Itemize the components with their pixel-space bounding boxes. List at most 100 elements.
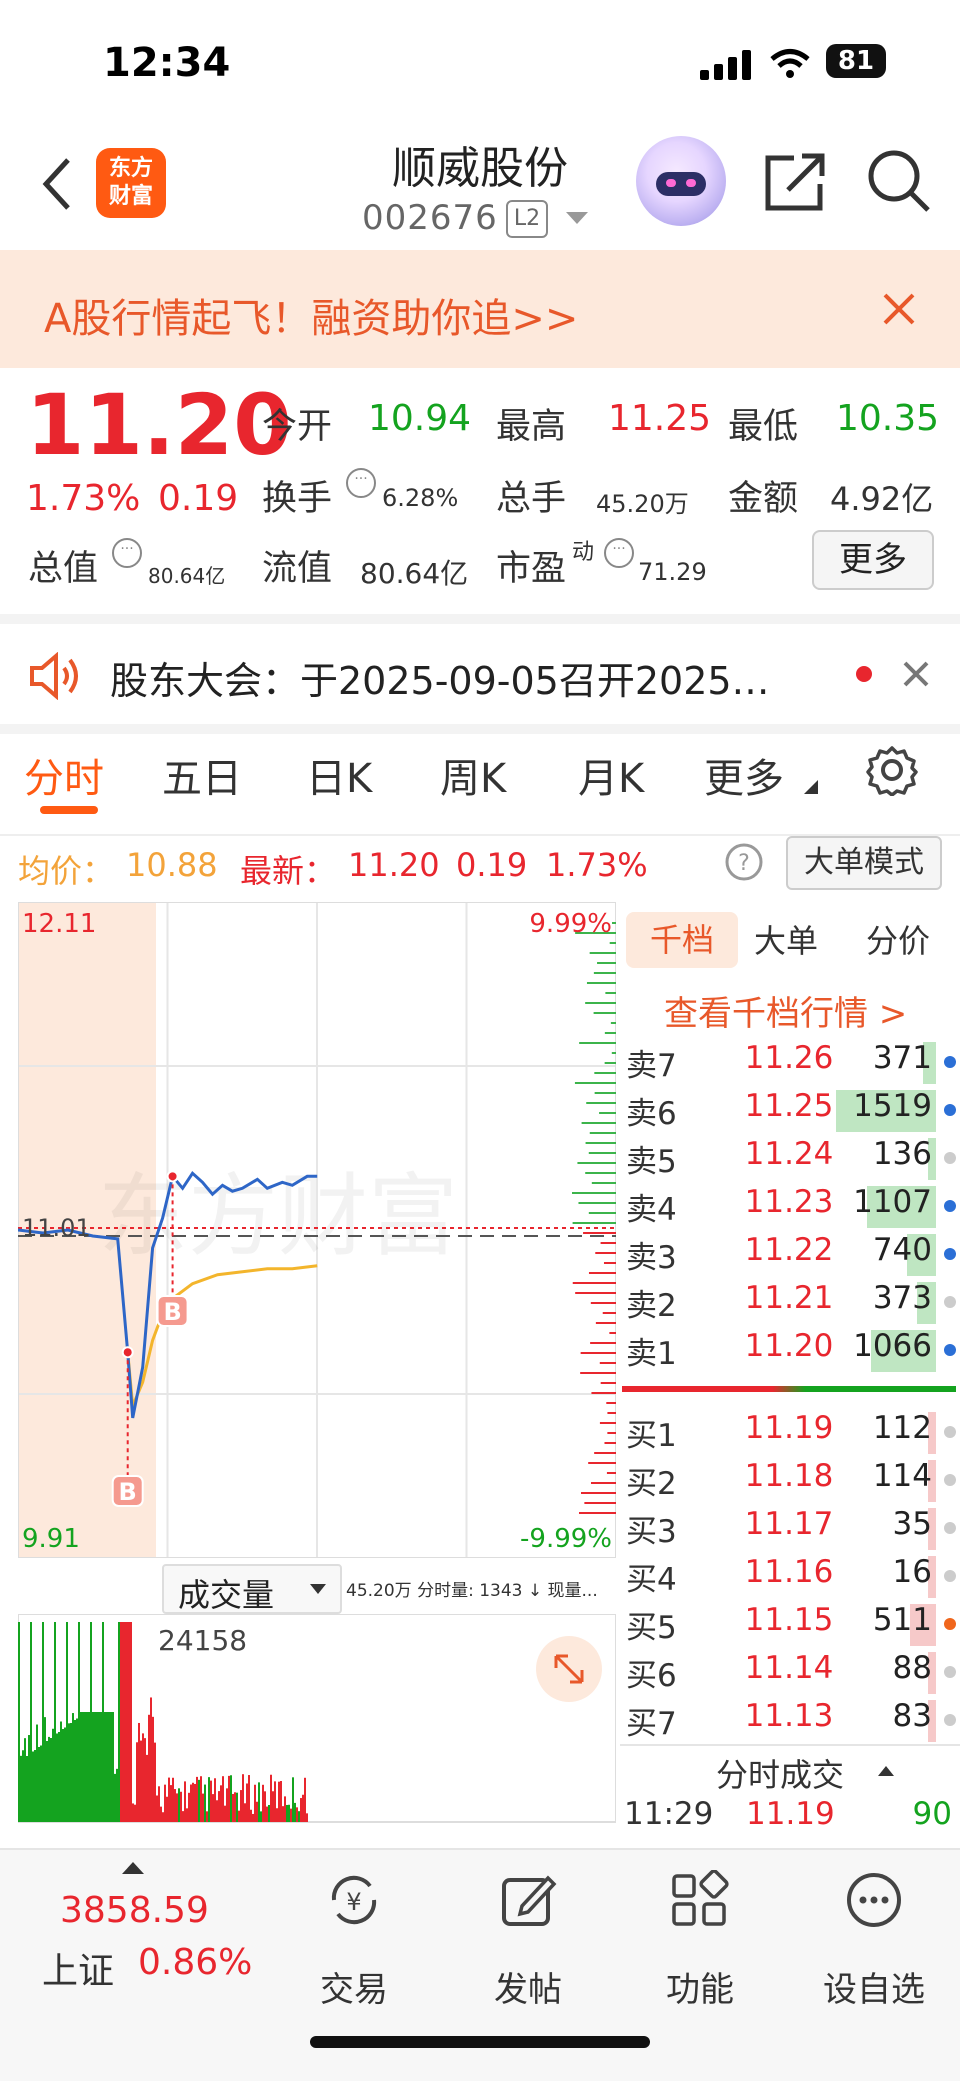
trade-button[interactable]: ¥ 交易 — [284, 1850, 424, 2030]
settings-gear-icon[interactable] — [866, 744, 918, 796]
trade-label[interactable]: 交易 — [284, 1962, 424, 2011]
volume-bar — [56, 1733, 58, 1822]
bid-row[interactable]: 买5 11.15 511 — [620, 1602, 960, 1650]
dropdown-triangle-icon[interactable] — [566, 212, 588, 226]
indicator-label[interactable]: 成交量 — [178, 1570, 274, 1616]
volume-bar — [246, 1783, 248, 1822]
trades-header[interactable]: 分时成交 — [716, 1750, 844, 1796]
buy-marker-label: B — [119, 1478, 137, 1506]
big-order-mode-button[interactable]: 大单模式 — [786, 836, 942, 890]
tab-five-day[interactable]: 五日 — [162, 746, 242, 804]
status-time: 12:34 — [103, 40, 231, 86]
help-icon[interactable]: ? — [724, 842, 764, 882]
level-dot — [944, 1200, 956, 1212]
share-icon[interactable] — [764, 150, 828, 214]
tab-daily-k[interactable]: 日K — [306, 746, 372, 804]
order-flow-bar — [607, 1432, 616, 1434]
y-bottom-label: 9.91 — [22, 1524, 80, 1554]
bid-row[interactable]: 买4 11.16 16 — [620, 1554, 960, 1602]
bid-row[interactable]: 买6 11.14 88 — [620, 1650, 960, 1698]
trade-qty: 90 — [912, 1796, 952, 1832]
pe-info-icon[interactable]: ··· — [604, 538, 634, 568]
volume-bar — [304, 1777, 306, 1822]
order-flow-bar — [604, 1442, 616, 1444]
volume-bar — [256, 1801, 258, 1822]
thousand-levels-link[interactable]: 查看千档行情 > — [664, 986, 907, 1035]
tab-price-distribution[interactable]: 分价 — [866, 916, 930, 962]
volume-bar — [72, 1713, 74, 1822]
volume-bar — [292, 1777, 294, 1822]
bid-row[interactable]: 买2 11.18 114 — [620, 1458, 960, 1506]
expand-button[interactable] — [536, 1636, 602, 1702]
volume-bar — [132, 1803, 134, 1822]
post-button[interactable]: 发帖 — [458, 1850, 598, 2030]
avg-label: 均价： — [18, 852, 115, 890]
expand-icon[interactable] — [536, 1636, 602, 1702]
index-name[interactable]: 上证 — [42, 1942, 114, 1994]
post-label[interactable]: 发帖 — [458, 1962, 598, 2011]
y-mid-label: 11.01 — [22, 1214, 91, 1242]
ask-row[interactable]: 卖3 11.22 740 — [620, 1232, 960, 1280]
indicator-selector[interactable]: 成交量 — [162, 1564, 342, 1614]
turnover-info-icon[interactable]: ··· — [346, 468, 376, 498]
ask-row[interactable]: 卖2 11.21 373 — [620, 1280, 960, 1328]
level-qty: 511 — [872, 1602, 932, 1638]
announcement-text[interactable]: 股东大会：于2025-09-05召开2025… — [110, 650, 810, 705]
svg-text:?: ? — [738, 851, 750, 876]
tab-monthly-k[interactable]: 月K — [578, 746, 644, 804]
volume-bar — [146, 1754, 148, 1822]
announcement-bar[interactable]: 股东大会：于2025-09-05召开2025… — [0, 614, 960, 734]
tab-thousand-levels[interactable]: 千档 — [626, 912, 738, 968]
search-icon[interactable] — [866, 148, 932, 214]
volume-bar — [184, 1781, 186, 1822]
promo-text[interactable]: A股行情起飞！融资助你追>> — [44, 286, 578, 344]
ask-row[interactable]: 卖1 11.20 1066 — [620, 1328, 960, 1376]
volume-bar — [100, 1712, 102, 1822]
close-icon[interactable] — [882, 292, 916, 326]
indicator-dropdown-icon[interactable] — [310, 1584, 326, 1596]
volume-bar — [176, 1793, 178, 1822]
tab-more[interactable]: 更多 — [704, 746, 784, 804]
ask-row[interactable]: 卖6 11.25 1519 — [620, 1088, 960, 1136]
order-flow-bar — [593, 1012, 616, 1014]
price-chart-svg[interactable]: 东方财富 BB 12.11 9.91 11.01 9.99% -9.99% — [17, 901, 617, 1559]
volume-bar — [232, 1793, 234, 1822]
ask-row[interactable]: 卖5 11.24 136 — [620, 1136, 960, 1184]
order-flow-bar — [581, 1122, 616, 1124]
index-expand-icon[interactable] — [122, 1862, 144, 1876]
tab-weekly-k[interactable]: 周K — [440, 746, 506, 804]
active-tab-indicator — [40, 806, 98, 814]
buy-marker-label: B — [163, 1298, 181, 1326]
volume-bar — [234, 1792, 236, 1822]
volume-bar — [230, 1775, 232, 1822]
volume-bar — [214, 1778, 216, 1822]
tab-intraday[interactable]: 分时 — [24, 746, 104, 804]
volume-bar — [106, 1712, 108, 1822]
close-announcement-icon[interactable] — [902, 660, 930, 688]
tab-big-orders[interactable]: 大单 — [754, 916, 818, 962]
index-percent[interactable]: 0.86% — [138, 1942, 252, 1983]
last-label: 最新： — [240, 852, 337, 890]
last-value: 11.20 — [348, 846, 440, 884]
bid-row[interactable]: 买7 11.13 83 — [620, 1698, 960, 1746]
stock-code[interactable]: 002676 — [362, 198, 498, 238]
add-watchlist-label[interactable]: 设自选 — [804, 1962, 944, 2011]
collapse-triangle-icon[interactable] — [878, 1766, 894, 1778]
turnover-label: 换手 — [262, 479, 333, 519]
promo-banner[interactable]: A股行情起飞！融资助你追>> — [0, 250, 960, 368]
add-watchlist-button[interactable]: 设自选 — [804, 1850, 944, 2030]
ask-row[interactable]: 卖4 11.23 1107 — [620, 1184, 960, 1232]
ai-assistant-avatar[interactable] — [636, 136, 726, 226]
functions-label[interactable]: 功能 — [630, 1962, 770, 2011]
functions-button[interactable]: 功能 — [630, 1850, 770, 2030]
intraday-chart[interactable]: 东方财富 BB 12.11 9.91 11.01 9.99% -9.99% — [17, 901, 617, 1559]
volume-bar — [218, 1791, 220, 1822]
volume-bar — [166, 1796, 168, 1822]
mcap-info-icon[interactable]: ··· — [112, 538, 142, 568]
volume-bar — [190, 1784, 192, 1822]
bid-row[interactable]: 买1 11.19 112 — [620, 1410, 960, 1458]
bid-row[interactable]: 买3 11.17 35 — [620, 1506, 960, 1554]
more-button[interactable]: 更多 — [812, 530, 934, 590]
ask-row[interactable]: 卖7 11.26 371 — [620, 1040, 960, 1088]
index-value[interactable]: 3858.59 — [60, 1890, 209, 1931]
